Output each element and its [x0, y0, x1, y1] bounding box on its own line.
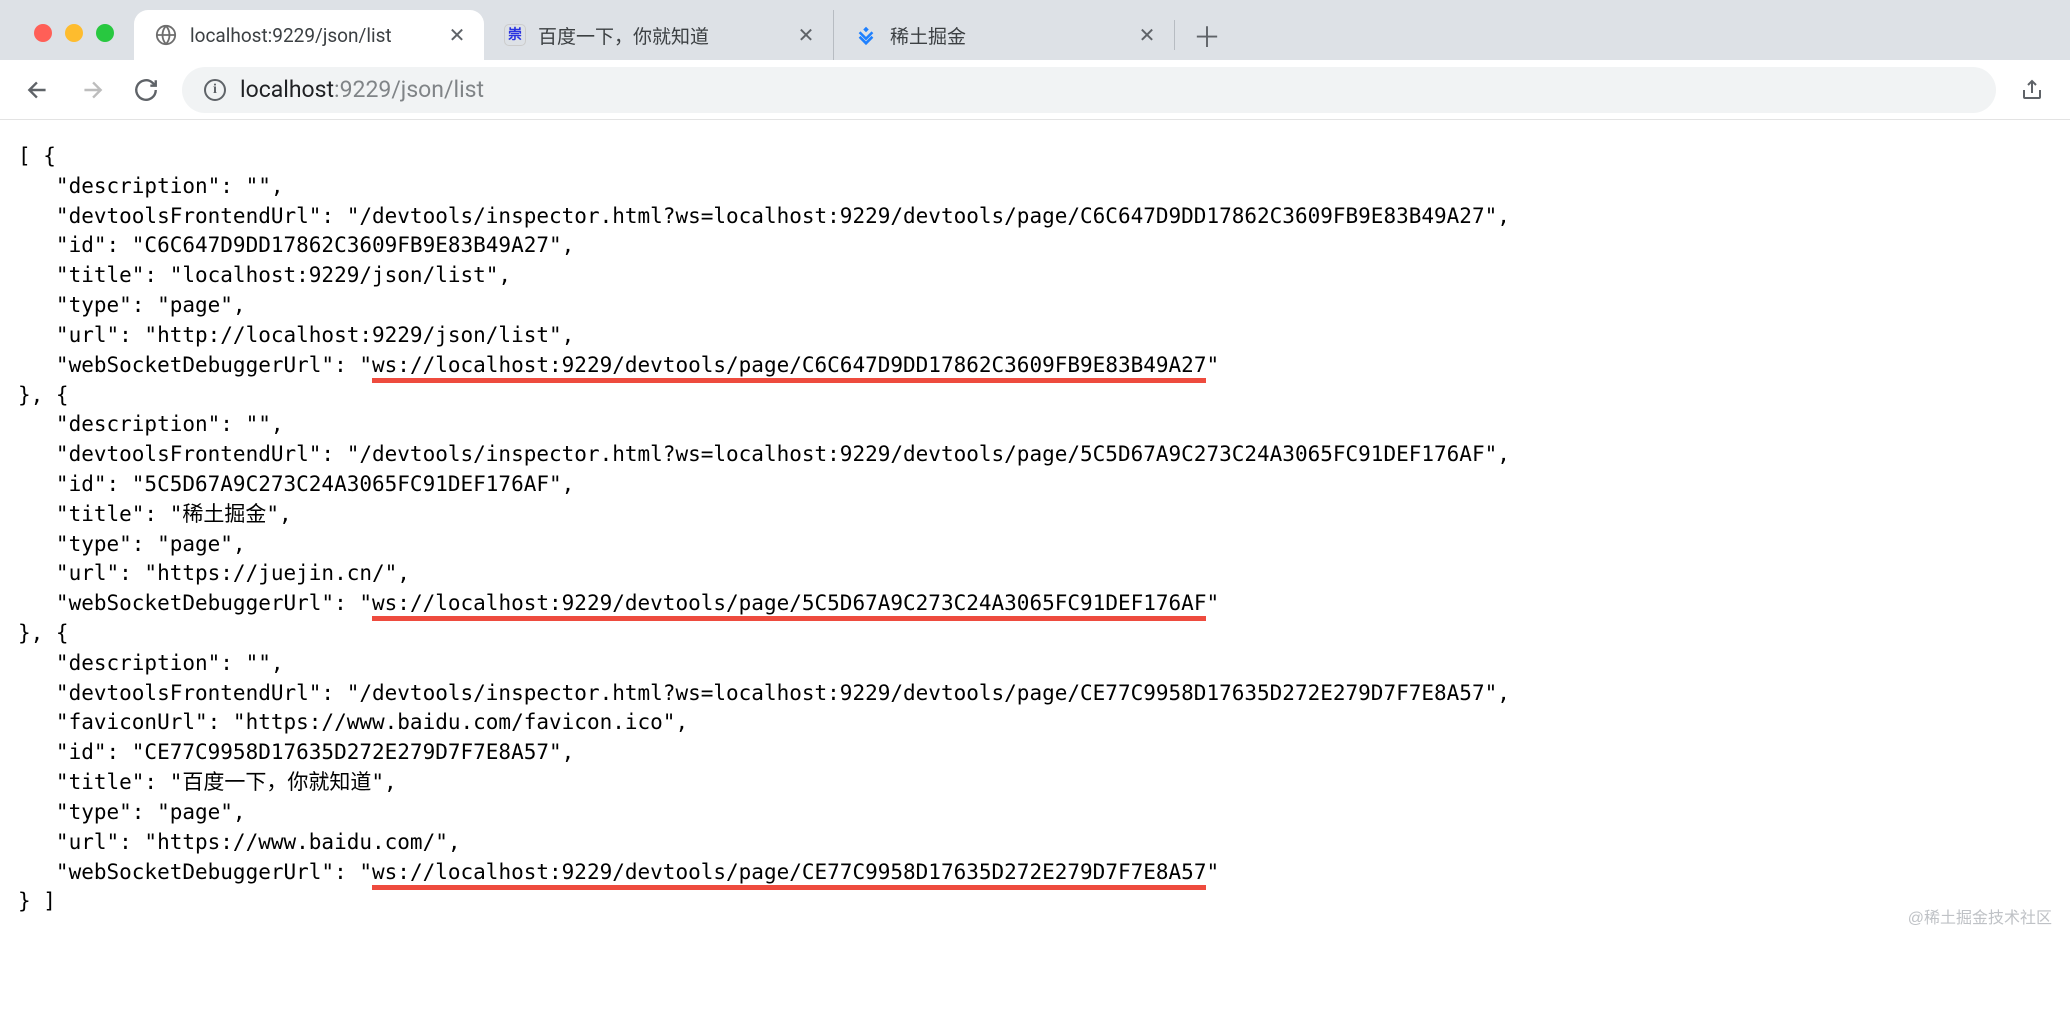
tab-title: localhost:9229/json/list — [190, 24, 434, 47]
reload-button[interactable] — [128, 72, 164, 108]
tab-2[interactable]: 稀土掘金 ✕ — [834, 10, 1174, 60]
window-controls — [24, 24, 134, 60]
page-content-json: [ { "description": "", "devtoolsFrontend… — [0, 120, 2070, 939]
minimize-window-button[interactable] — [65, 24, 83, 42]
baidu-favicon-icon: 崇 — [504, 24, 526, 46]
tab-1[interactable]: 崇 百度一下，你就知道 ✕ — [484, 10, 834, 60]
close-tab-icon[interactable]: ✕ — [795, 24, 817, 46]
site-info-icon[interactable]: i — [204, 79, 226, 101]
tab-title: 百度一下，你就知道 — [538, 22, 783, 49]
juejin-favicon-icon — [854, 23, 878, 47]
watermark: @稀土掘金技术社区 — [1908, 908, 2052, 931]
tab-title: 稀土掘金 — [890, 22, 1124, 49]
share-button[interactable] — [2014, 72, 2050, 108]
url-host: localhost — [240, 76, 334, 103]
new-tab-button[interactable]: ＋ — [1187, 16, 1227, 56]
back-button[interactable] — [20, 72, 56, 108]
close-tab-icon[interactable]: ✕ — [1136, 24, 1158, 46]
close-window-button[interactable] — [34, 24, 52, 42]
url-path: :9229/json/list — [334, 76, 484, 103]
tab-bar: localhost:9229/json/list ✕ 崇 百度一下，你就知道 ✕… — [0, 0, 2070, 60]
url-display: localhost:9229/json/list — [240, 76, 484, 103]
toolbar: i localhost:9229/json/list — [0, 60, 2070, 120]
globe-icon — [154, 23, 178, 47]
forward-button[interactable] — [74, 72, 110, 108]
address-bar[interactable]: i localhost:9229/json/list — [182, 67, 1996, 113]
tab-0[interactable]: localhost:9229/json/list ✕ — [134, 10, 484, 60]
maximize-window-button[interactable] — [96, 24, 114, 42]
browser-chrome: localhost:9229/json/list ✕ 崇 百度一下，你就知道 ✕… — [0, 0, 2070, 120]
close-tab-icon[interactable]: ✕ — [446, 24, 468, 46]
